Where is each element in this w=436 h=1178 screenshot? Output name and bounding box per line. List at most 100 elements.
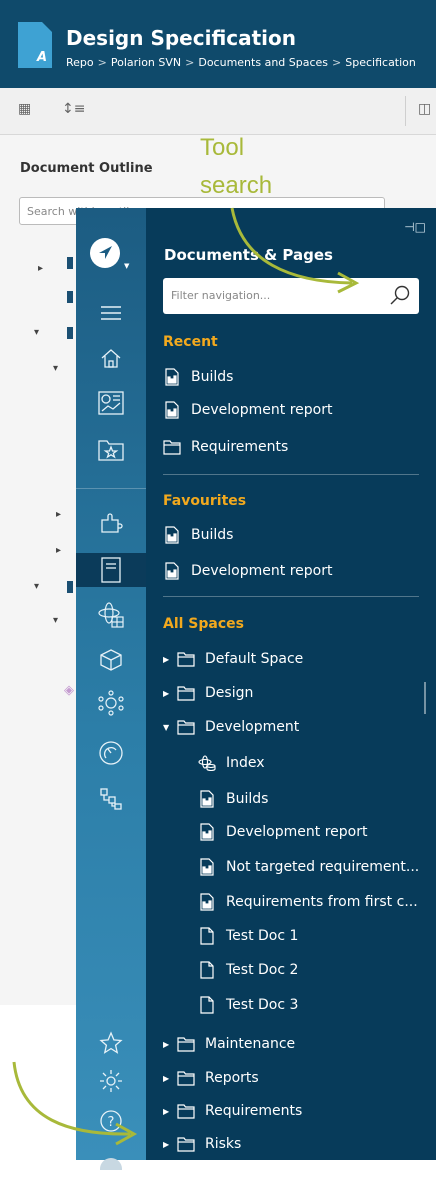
page-title: Design Specification (66, 26, 297, 50)
star-icon[interactable] (96, 1028, 126, 1058)
strip-divider (76, 488, 146, 489)
item-label: Reports (205, 1070, 259, 1086)
dev-item-development-report[interactable]: Development report (198, 820, 367, 844)
tree-collapse-icon[interactable]: ▾ (53, 615, 58, 626)
section-all-spaces: All Spaces (163, 616, 244, 632)
expand-arrow-icon[interactable]: ▶ (163, 1107, 173, 1116)
breadcrumb-item[interactable]: Documents and Spaces (198, 56, 328, 69)
folder-icon (163, 438, 181, 456)
report-icon (198, 823, 216, 841)
dev-item-test-doc-1[interactable]: Test Doc 1 (198, 924, 298, 948)
space-item-design[interactable]: ▶ Design (163, 681, 253, 705)
package-icon[interactable] (96, 645, 126, 675)
tree-expand-icon[interactable]: ▸ (56, 545, 61, 556)
tree-collapse-icon[interactable]: ▾ (34, 581, 39, 592)
navigation-icon-strip: ▼ ? (76, 208, 146, 1170)
plugin-icon[interactable] (96, 508, 126, 538)
report-icon (163, 368, 181, 386)
documents-pages-panel: ⊣□ Documents & Pages Filter navigation..… (146, 208, 436, 1160)
breadcrumb-item[interactable]: Repo (66, 56, 94, 69)
expand-arrow-icon[interactable]: ▶ (163, 1040, 173, 1049)
tree-collapse-icon[interactable]: ▾ (34, 327, 39, 338)
save-icon[interactable]: ◫ (418, 101, 431, 117)
settings-icon[interactable] (96, 1066, 126, 1096)
item-label: Test Doc 2 (226, 962, 299, 978)
item-label: Maintenance (205, 1036, 296, 1052)
folder-icon (177, 650, 195, 668)
search-icon[interactable] (389, 284, 411, 306)
expand-arrow-icon[interactable]: ▶ (163, 689, 173, 698)
user-avatar-icon[interactable] (96, 1148, 126, 1178)
work-items-icon[interactable] (96, 600, 126, 630)
folder-icon (177, 1035, 195, 1053)
space-item-maintenance[interactable]: ▶ Maintenance (163, 1032, 295, 1056)
item-label: Requirements (205, 1103, 303, 1119)
report-icon (198, 893, 216, 911)
item-label: Requirements (191, 439, 289, 455)
folder-icon (177, 1069, 195, 1087)
recent-item-development-report[interactable]: Development report (163, 398, 332, 422)
report-icon (198, 858, 216, 876)
item-label: Default Space (205, 651, 304, 667)
annotation-label-line1: Tool (200, 134, 245, 161)
index-icon (198, 754, 216, 772)
tree-expand-icon[interactable]: ▸ (38, 263, 43, 274)
recent-item-builds[interactable]: Builds (163, 365, 233, 389)
dev-item-requirements-from-first[interactable]: Requirements from first c... (198, 890, 418, 914)
network-icon[interactable] (96, 688, 126, 718)
document-icon (198, 961, 216, 979)
favourite-item-builds[interactable]: Builds (163, 523, 233, 547)
filter-navigation-input[interactable]: Filter navigation... (163, 278, 419, 314)
breadcrumb-item[interactable]: Specification (345, 56, 416, 69)
space-item-reports[interactable]: ▶ Reports (163, 1066, 259, 1090)
pin-icon[interactable]: ⊣□ (404, 220, 426, 234)
heading-flag-icon (67, 581, 73, 593)
item-label: Design (205, 685, 254, 701)
expand-arrow-icon[interactable]: ▶ (163, 1074, 173, 1083)
dev-item-index[interactable]: Index (198, 751, 265, 775)
polarion-logo-icon[interactable] (90, 238, 120, 268)
tree-expand-icon[interactable]: ▸ (56, 509, 61, 520)
menu-icon[interactable] (96, 298, 126, 328)
space-item-requirements[interactable]: ▶ Requirements (163, 1099, 302, 1123)
sort-icon[interactable]: ↕≡ (62, 101, 85, 117)
item-label: Builds (226, 791, 269, 807)
item-label: Builds (191, 527, 234, 543)
folder-icon (177, 718, 195, 736)
space-item-risks[interactable]: ▶ Risks (163, 1132, 241, 1156)
section-recent: Recent (163, 334, 218, 350)
item-label: Not targeted requirement... (226, 859, 420, 875)
dashboard-icon[interactable] (96, 388, 126, 418)
document-badge-letter: A (36, 50, 47, 65)
breadcrumb-item[interactable]: Polarion SVN (111, 56, 181, 69)
panel-scrollbar[interactable] (424, 682, 426, 714)
document-icon (198, 996, 216, 1014)
recent-item-requirements[interactable]: Requirements (163, 435, 288, 459)
outline-toggle-icon[interactable]: ▦ (18, 101, 31, 117)
report-icon (198, 790, 216, 808)
expand-arrow-icon[interactable]: ▶ (163, 655, 173, 664)
expand-arrow-icon[interactable]: ▶ (163, 1140, 173, 1149)
item-label: Builds (191, 369, 234, 385)
item-label: Development (205, 719, 300, 735)
hierarchy-icon[interactable] (96, 784, 126, 814)
home-icon[interactable] (96, 343, 126, 373)
tree-collapse-icon[interactable]: ▾ (53, 363, 58, 374)
dev-item-builds[interactable]: Builds (198, 787, 268, 811)
dev-item-test-doc-2[interactable]: Test Doc 2 (198, 958, 298, 982)
space-item-development[interactable]: ▼ Development (163, 715, 299, 739)
report-icon (163, 526, 181, 544)
documents-pages-icon[interactable] (76, 553, 146, 587)
dev-item-not-targeted-requirements[interactable]: Not targeted requirement... (198, 855, 419, 879)
favorite-folder-icon[interactable] (96, 435, 126, 465)
dev-item-test-doc-3[interactable]: Test Doc 3 (198, 993, 298, 1017)
help-icon[interactable]: ? (96, 1106, 126, 1136)
timer-icon[interactable] (96, 738, 126, 768)
collapse-arrow-icon[interactable]: ▼ (163, 723, 173, 732)
logo-dropdown-icon[interactable]: ▼ (124, 262, 129, 270)
document-type-icon: A (18, 22, 52, 68)
favourite-item-development-report[interactable]: Development report (163, 559, 332, 583)
work-item-icon: ◈ (64, 683, 74, 698)
space-item-default-space[interactable]: ▶ Default Space (163, 647, 303, 671)
document-toolbar: ▦ ↕≡ ◫ (0, 88, 436, 135)
